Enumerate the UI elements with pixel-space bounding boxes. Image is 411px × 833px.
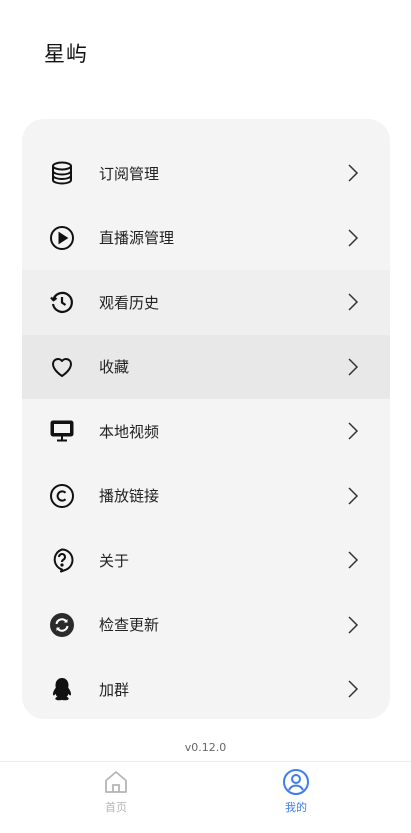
qq-penguin-icon: [49, 676, 75, 702]
chevron-right-icon: [346, 163, 360, 183]
menu-item-label: 直播源管理: [99, 229, 175, 248]
menu-item-label: 关于: [99, 551, 130, 570]
tab-home[interactable]: 首页: [86, 768, 146, 818]
menu-item-check-update[interactable]: 检查更新: [22, 593, 390, 658]
chevron-right-icon: [346, 679, 360, 699]
chevron-right-icon: [346, 486, 360, 506]
play-circle-icon: [49, 225, 75, 251]
menu-item-label: 播放链接: [99, 487, 160, 506]
tab-mine[interactable]: 我的: [266, 768, 326, 818]
menu-item-live-sources[interactable]: 直播源管理: [22, 206, 390, 271]
refresh-icon: [49, 612, 75, 638]
menu-item-subscriptions[interactable]: 订阅管理: [22, 141, 390, 206]
user-circle-icon: [282, 768, 310, 796]
system-nav-bar: [0, 826, 411, 833]
menu-item-label: 收藏: [99, 358, 130, 377]
chevron-right-icon: [346, 421, 360, 441]
menu-item-label: 检查更新: [99, 616, 160, 635]
monitor-icon: [49, 418, 75, 444]
chevron-right-icon: [346, 550, 360, 570]
menu-item-history[interactable]: 观看历史: [22, 270, 390, 335]
profile-page: 星屿 订阅管理 直播源管理 观看历史 收藏 本地视频 播放链接 关于 检查更新 …: [0, 0, 411, 833]
database-icon: [49, 160, 75, 186]
page-title: 星屿: [44, 42, 88, 66]
menu-item-label: 本地视频: [99, 422, 160, 441]
menu-item-about[interactable]: 关于: [22, 528, 390, 593]
menu-item-play-link[interactable]: 播放链接: [22, 464, 390, 529]
question-icon: [49, 547, 75, 573]
chevron-right-icon: [346, 357, 360, 377]
menu-item-label: 加群: [99, 680, 130, 699]
tab-home-label: 首页: [105, 801, 127, 814]
menu-item-local-videos[interactable]: 本地视频: [22, 399, 390, 464]
bottom-tab-bar: 首页 我的: [0, 761, 411, 821]
menu-item-favorites[interactable]: 收藏: [22, 334, 390, 399]
chevron-right-icon: [346, 615, 360, 635]
menu-item-label: 订阅管理: [99, 164, 160, 183]
heart-icon: [49, 354, 75, 380]
version-label: v0.12.0: [184, 741, 227, 754]
menu-item-label: 观看历史: [99, 293, 160, 312]
menu-card: 订阅管理 直播源管理 观看历史 收藏 本地视频 播放链接 关于 检查更新 加群: [22, 119, 390, 719]
history-icon: [49, 289, 75, 315]
tab-mine-label: 我的: [285, 801, 307, 814]
copyright-link-icon: [49, 483, 75, 509]
chevron-right-icon: [346, 292, 360, 312]
menu-item-join-group[interactable]: 加群: [22, 657, 390, 719]
chevron-right-icon: [346, 228, 360, 248]
home-icon: [102, 768, 130, 796]
